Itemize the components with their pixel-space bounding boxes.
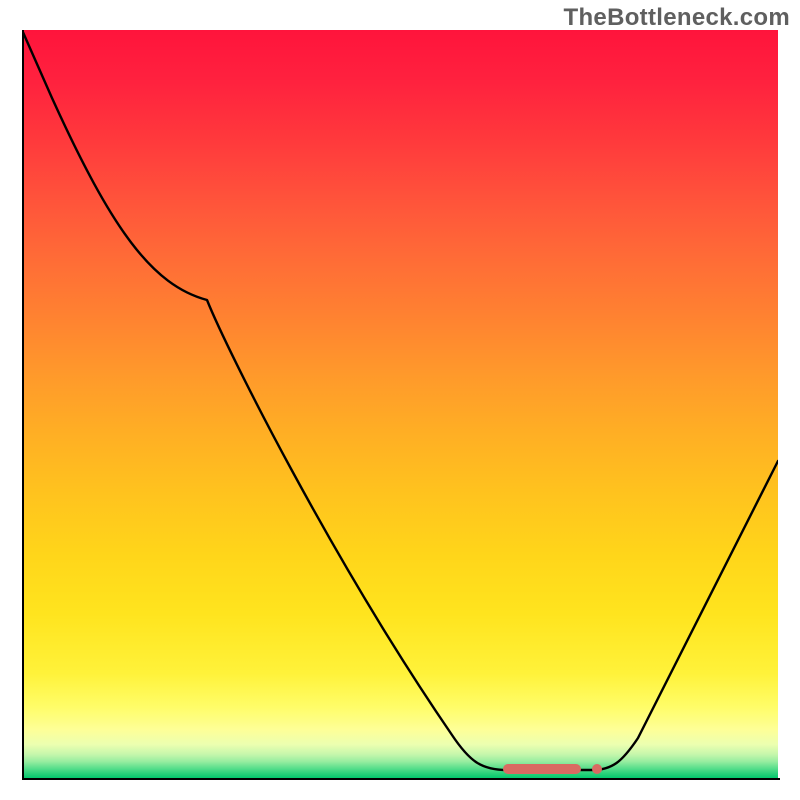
optimal-range-marker xyxy=(503,764,581,774)
attribution-text: TheBottleneck.com xyxy=(564,4,790,32)
x-axis-line xyxy=(22,778,780,780)
y-axis-line xyxy=(22,30,24,780)
plot-area xyxy=(22,30,778,778)
optimal-point-marker xyxy=(592,764,602,774)
gradient-bg xyxy=(22,30,778,778)
chart-container: TheBottleneck.com xyxy=(0,0,800,800)
